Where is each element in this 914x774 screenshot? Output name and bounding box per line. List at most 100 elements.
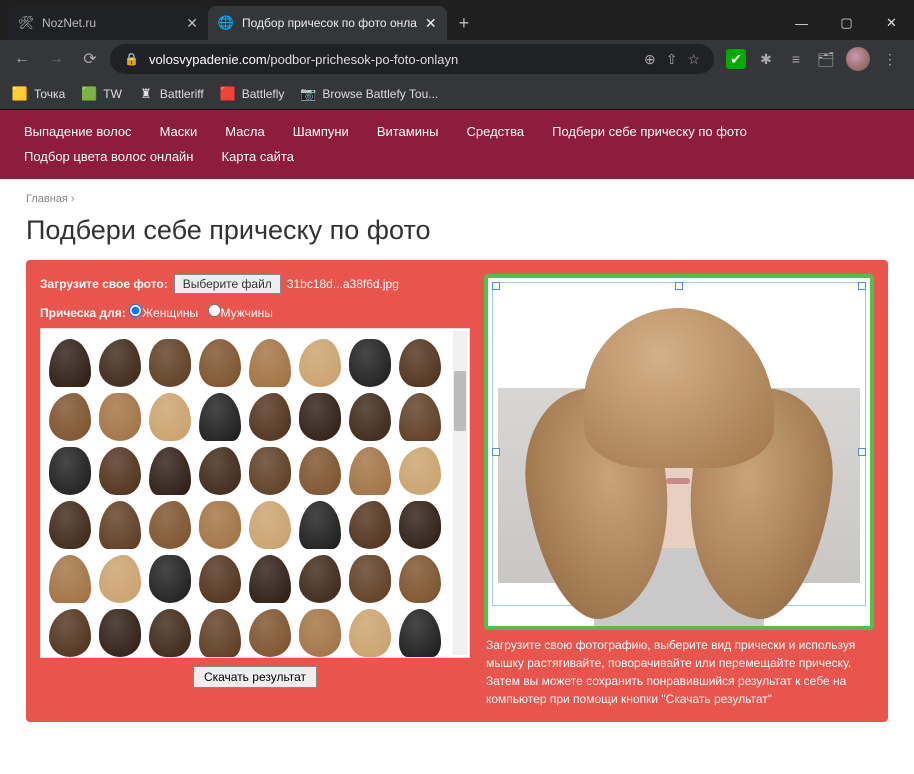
close-icon[interactable]: ✕ bbox=[186, 15, 198, 32]
hairstyle-option[interactable] bbox=[49, 339, 91, 387]
gender-men-label[interactable]: Мужчины bbox=[221, 306, 273, 320]
resize-handle[interactable] bbox=[858, 282, 866, 290]
hairstyle-option[interactable] bbox=[99, 555, 141, 603]
hairstyle-option[interactable] bbox=[199, 447, 241, 495]
extensions-icon[interactable]: ✱ bbox=[756, 49, 776, 69]
hairstyle-option[interactable] bbox=[299, 339, 341, 387]
bookmark-tochka[interactable]: 🟨Точка bbox=[12, 86, 65, 102]
profile-avatar[interactable] bbox=[846, 47, 870, 71]
maximize-button[interactable]: ▢ bbox=[824, 6, 869, 40]
grid-scrollbar[interactable] bbox=[453, 331, 467, 655]
hairstyle-option[interactable] bbox=[49, 609, 91, 657]
menu-item[interactable]: Средства bbox=[467, 124, 525, 139]
hairstyle-option[interactable] bbox=[249, 339, 291, 387]
applied-hairstyle[interactable] bbox=[529, 308, 829, 618]
preview-canvas[interactable] bbox=[484, 274, 874, 630]
hairstyle-option[interactable] bbox=[349, 609, 391, 657]
choose-file-button[interactable]: Выберите файл bbox=[174, 274, 281, 294]
hairstyle-option[interactable] bbox=[99, 501, 141, 549]
hairstyle-option[interactable] bbox=[99, 339, 141, 387]
new-tab-button[interactable]: + bbox=[447, 6, 482, 40]
bookmark-tw[interactable]: 🟩TW bbox=[81, 86, 122, 102]
hairstyle-option[interactable] bbox=[249, 555, 291, 603]
bookmark-battlefly[interactable]: 🟥Battlefly bbox=[220, 86, 285, 102]
hairstyle-option[interactable] bbox=[299, 393, 341, 441]
hairstyle-option[interactable] bbox=[149, 393, 191, 441]
hairstyle-option[interactable] bbox=[49, 447, 91, 495]
hairstyle-option[interactable] bbox=[399, 555, 441, 603]
hairstyle-option[interactable] bbox=[49, 501, 91, 549]
hairstyle-option[interactable] bbox=[249, 501, 291, 549]
playlist-icon[interactable]: ≡ bbox=[786, 49, 806, 69]
gender-men-radio[interactable] bbox=[208, 304, 221, 317]
hairstyle-option[interactable] bbox=[99, 393, 141, 441]
hairstyle-option[interactable] bbox=[399, 609, 441, 657]
hairstyle-option[interactable] bbox=[199, 339, 241, 387]
hairstyle-option[interactable] bbox=[249, 393, 291, 441]
hairstyle-option[interactable] bbox=[149, 339, 191, 387]
check-icon[interactable]: ✔ bbox=[726, 49, 746, 69]
hairstyle-option[interactable] bbox=[249, 609, 291, 657]
breadcrumb[interactable]: Главная › bbox=[0, 179, 914, 211]
close-icon[interactable]: ✕ bbox=[425, 15, 437, 32]
resize-handle[interactable] bbox=[675, 282, 683, 290]
menu-item[interactable]: Подбери себе прическу по фото bbox=[552, 124, 747, 139]
hairstyle-option[interactable] bbox=[399, 447, 441, 495]
hairstyle-option[interactable] bbox=[199, 555, 241, 603]
download-button[interactable]: Скачать результат bbox=[193, 666, 317, 688]
hairstyle-option[interactable] bbox=[349, 393, 391, 441]
hairstyle-option[interactable] bbox=[399, 339, 441, 387]
hairstyle-option[interactable] bbox=[149, 609, 191, 657]
menu-item[interactable]: Выпадение волос bbox=[24, 124, 132, 139]
preview-column: Загрузите свою фотографию, выберите вид … bbox=[484, 274, 874, 708]
hairstyle-option[interactable] bbox=[99, 609, 141, 657]
hairstyle-option[interactable] bbox=[99, 447, 141, 495]
hairstyle-option[interactable] bbox=[149, 447, 191, 495]
hairstyle-option[interactable] bbox=[349, 501, 391, 549]
hairstyle-option[interactable] bbox=[399, 501, 441, 549]
hairstyle-option[interactable] bbox=[199, 501, 241, 549]
resize-handle[interactable] bbox=[858, 448, 866, 456]
hairstyle-option[interactable] bbox=[299, 501, 341, 549]
star-icon[interactable]: ☆ bbox=[687, 51, 700, 68]
bookmark-battleriff[interactable]: ♜Battleriff bbox=[138, 86, 204, 102]
hairstyle-option[interactable] bbox=[249, 447, 291, 495]
resize-handle[interactable] bbox=[492, 448, 500, 456]
hairstyle-option[interactable] bbox=[399, 393, 441, 441]
menu-item[interactable]: Шампуни bbox=[293, 124, 349, 139]
reader-icon[interactable]: 🗂 bbox=[816, 49, 836, 69]
hairstyle-option[interactable] bbox=[299, 447, 341, 495]
search-icon[interactable]: ⊕ bbox=[644, 51, 656, 68]
menu-item[interactable]: Подбор цвета волос онлайн bbox=[24, 149, 194, 164]
menu-item[interactable]: Маски bbox=[160, 124, 198, 139]
hairstyle-option[interactable] bbox=[49, 393, 91, 441]
minimize-button[interactable]: — bbox=[779, 6, 824, 40]
hairstyle-option[interactable] bbox=[349, 555, 391, 603]
hairstyle-option[interactable] bbox=[349, 447, 391, 495]
scroll-thumb[interactable] bbox=[454, 371, 466, 431]
hairstyle-option[interactable] bbox=[49, 555, 91, 603]
gender-women-label[interactable]: Женщины bbox=[142, 306, 198, 320]
bookmark-battlefy[interactable]: 📷Browse Battlefy Tou... bbox=[300, 86, 438, 102]
hairstyle-option[interactable] bbox=[349, 339, 391, 387]
tab-noznet[interactable]: 🛠 NozNet.ru ✕ bbox=[8, 6, 208, 40]
menu-item[interactable]: Масла bbox=[225, 124, 265, 139]
hairstyle-option[interactable] bbox=[199, 393, 241, 441]
resize-handle[interactable] bbox=[492, 282, 500, 290]
tab-hairstyle[interactable]: 🌐 Подбор причесок по фото онла ✕ bbox=[208, 6, 447, 40]
hairstyle-option[interactable] bbox=[149, 555, 191, 603]
gender-women-radio[interactable] bbox=[129, 304, 142, 317]
reload-button[interactable]: ⟳ bbox=[76, 45, 104, 73]
menu-icon[interactable]: ⋮ bbox=[880, 49, 900, 69]
address-bar[interactable]: 🔒 volosvypadenie.com/podbor-prichesok-po… bbox=[110, 44, 714, 74]
close-window-button[interactable]: ✕ bbox=[869, 6, 914, 40]
menu-item[interactable]: Карта сайта bbox=[222, 149, 294, 164]
hairstyle-option[interactable] bbox=[199, 609, 241, 657]
forward-button[interactable]: → bbox=[42, 45, 70, 73]
share-icon[interactable]: ⇧ bbox=[666, 51, 678, 68]
hairstyle-option[interactable] bbox=[299, 555, 341, 603]
menu-item[interactable]: Витамины bbox=[377, 124, 439, 139]
hairstyle-option[interactable] bbox=[149, 501, 191, 549]
back-button[interactable]: ← bbox=[8, 45, 36, 73]
hairstyle-option[interactable] bbox=[299, 609, 341, 657]
